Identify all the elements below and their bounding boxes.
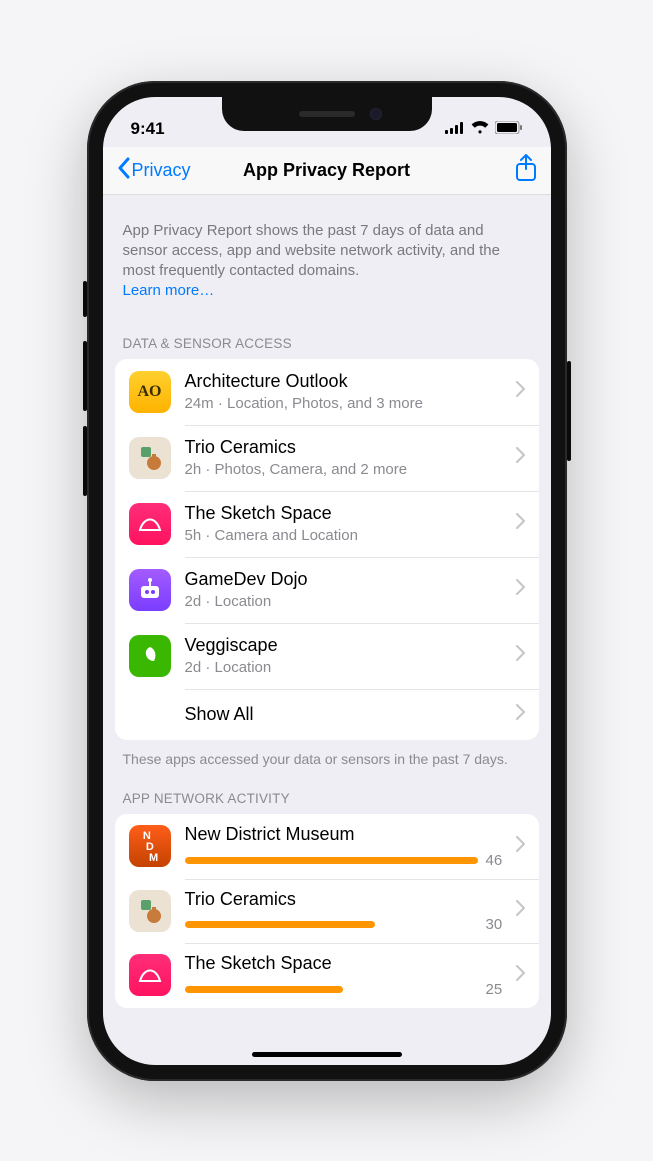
app-detail: 2d · Location (185, 593, 510, 610)
app-name: The Sketch Space (185, 953, 510, 975)
share-icon (515, 169, 537, 186)
chevron-right-icon (516, 579, 525, 600)
network-list: N D M New District Museum 46 Trio Ceramics 3… (115, 814, 539, 1008)
section-footer-data-sensor: These apps accessed your data or sensors… (103, 740, 551, 769)
activity-bar (185, 857, 478, 864)
chevron-right-icon (516, 704, 525, 725)
activity-bar (185, 986, 478, 993)
app-icon (129, 635, 171, 677)
app-icon (129, 954, 171, 996)
status-time: 9:41 (131, 119, 165, 139)
section-header-network: APP NETWORK ACTIVITY (103, 769, 551, 814)
activity-value: 46 (486, 852, 510, 869)
app-name: Trio Ceramics (185, 437, 510, 459)
app-icon (129, 503, 171, 545)
wifi-icon (471, 119, 489, 139)
screen: 9:41 Privacy App Privacy Report (103, 97, 551, 1065)
notch (222, 97, 432, 131)
content: App Privacy Report shows the past 7 days… (103, 195, 551, 1065)
back-label: Privacy (132, 160, 191, 181)
activity-value: 30 (486, 916, 510, 933)
app-icon (129, 569, 171, 611)
data-sensor-row[interactable]: GameDev Dojo 2d · Location (115, 557, 539, 623)
data-sensor-row[interactable]: The Sketch Space 5h · Camera and Location (115, 491, 539, 557)
chevron-right-icon (516, 965, 525, 986)
home-indicator[interactable] (252, 1052, 402, 1057)
show-all-label: Show All (185, 704, 510, 726)
phone-frame: 9:41 Privacy App Privacy Report (87, 81, 567, 1081)
chevron-right-icon (516, 513, 525, 534)
app-icon (129, 437, 171, 479)
share-button[interactable] (515, 154, 537, 187)
app-name: New District Museum (185, 824, 510, 846)
app-detail: 2h · Photos, Camera, and 2 more (185, 461, 510, 478)
app-name: Trio Ceramics (185, 889, 510, 911)
activity-value: 25 (486, 981, 510, 998)
back-button[interactable]: Privacy (117, 157, 191, 184)
data-sensor-row[interactable]: AO Architecture Outlook 24m · Location, Ph… (115, 359, 539, 425)
learn-more-link[interactable]: Learn more… (123, 282, 215, 299)
app-name: Veggiscape (185, 635, 510, 657)
app-detail: 24m · Location, Photos, and 3 more (185, 395, 510, 412)
battery-icon (495, 119, 523, 139)
app-name: Architecture Outlook (185, 371, 510, 393)
app-name: The Sketch Space (185, 503, 510, 525)
show-all-row[interactable]: Show All (115, 689, 539, 741)
app-name: GameDev Dojo (185, 569, 510, 591)
chevron-right-icon (516, 645, 525, 666)
app-icon: N D M (129, 825, 171, 867)
app-detail: 5h · Camera and Location (185, 527, 510, 544)
chevron-left-icon (117, 157, 130, 184)
cellular-icon (445, 119, 465, 139)
app-icon: AO (129, 371, 171, 413)
app-detail: 2d · Location (185, 659, 510, 676)
activity-bar (185, 921, 478, 928)
network-row[interactable]: The Sketch Space 25 (115, 943, 539, 1008)
network-row[interactable]: N D M New District Museum 46 (115, 814, 539, 879)
section-header-data-sensor: DATA & SENSOR ACCESS (103, 314, 551, 359)
network-row[interactable]: Trio Ceramics 30 (115, 879, 539, 944)
data-sensor-row[interactable]: Veggiscape 2d · Location (115, 623, 539, 689)
data-sensor-row[interactable]: Trio Ceramics 2h · Photos, Camera, and 2 … (115, 425, 539, 491)
intro-block: App Privacy Report shows the past 7 days… (103, 195, 551, 314)
app-icon (129, 890, 171, 932)
chevron-right-icon (516, 447, 525, 468)
chevron-right-icon (516, 381, 525, 402)
chevron-right-icon (516, 900, 525, 921)
intro-text: App Privacy Report shows the past 7 days… (123, 222, 500, 280)
chevron-right-icon (516, 836, 525, 857)
data-sensor-list: AO Architecture Outlook 24m · Location, Ph… (115, 359, 539, 741)
nav-bar: Privacy App Privacy Report (103, 147, 551, 195)
